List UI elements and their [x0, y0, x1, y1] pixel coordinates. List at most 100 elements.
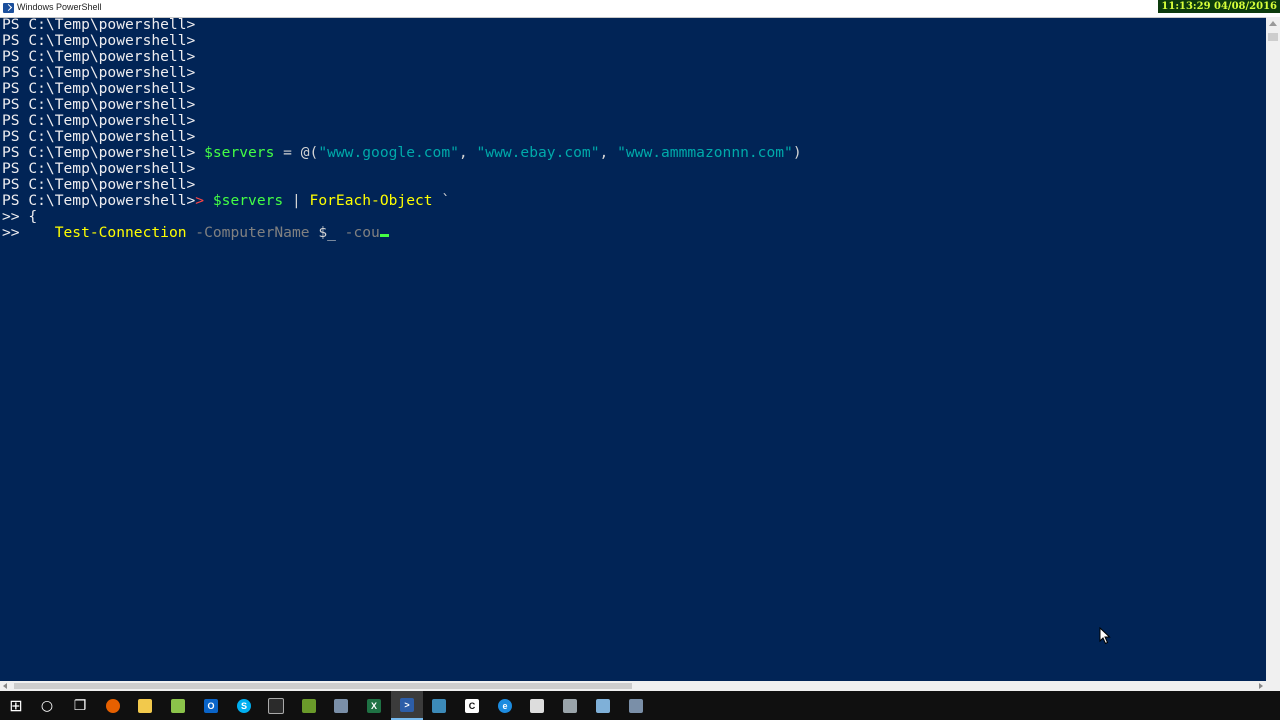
prompt: PS C:\Temp\powershell> — [2, 32, 196, 49]
scroll-right-icon[interactable] — [1259, 683, 1263, 689]
taskbar-button-mail[interactable] — [521, 691, 553, 720]
console-line: PS C:\Temp\powershell> — [2, 65, 195, 81]
taskbar-button-start[interactable]: ⊞ — [0, 691, 32, 720]
taskbar-button-file-explorer[interactable] — [129, 691, 161, 720]
cortana-icon: ○ — [40, 697, 54, 714]
taskbar-button-notes[interactable] — [587, 691, 619, 720]
mail-icon — [530, 698, 544, 713]
comma-token: , — [458, 144, 477, 161]
taskbar-button-network-admin[interactable] — [620, 691, 652, 720]
continuation-prompt: >> — [2, 208, 29, 225]
start-icon: ⊞ — [9, 696, 23, 715]
clock-overlay: 11:13:29 04/08/2016 — [1158, 0, 1280, 13]
virtualbox-icon — [334, 698, 348, 713]
console-line: PS C:\Temp\powershell> — [2, 177, 195, 193]
tools-icon — [563, 698, 577, 713]
prompt-path: PS C:\Temp\powershell> — [2, 192, 196, 209]
horizontal-scroll-thumb[interactable] — [14, 683, 632, 689]
powershell-icon: > — [400, 697, 414, 712]
prompt: PS C:\Temp\powershell> — [2, 128, 196, 145]
string-token: "www.ammmazonnn.com" — [617, 144, 793, 161]
console-area[interactable]: PS C:\Temp\powershell> PS C:\Temp\powers… — [0, 17, 1266, 681]
text-cursor — [379, 234, 389, 237]
array-open-token: @( — [300, 144, 319, 161]
taskbar-button-cortana[interactable]: ○ — [31, 691, 63, 720]
console-line-current-input[interactable]: >> Test-Connection -ComputerName $_ -cou — [2, 225, 389, 241]
prompt: PS C:\Temp\powershell> — [2, 144, 196, 161]
terminal-icon — [268, 697, 284, 714]
variable-token: $servers — [204, 144, 275, 161]
taskbar-button-virtualbox[interactable] — [325, 691, 357, 720]
network-admin-icon — [629, 698, 643, 713]
parameter-token: -ComputerName — [186, 224, 310, 241]
prompt: PS C:\Temp\powershell> — [2, 16, 196, 33]
taskbar-button-powershell-ise[interactable] — [423, 691, 455, 720]
taskbar-button-package[interactable] — [293, 691, 325, 720]
scroll-up-icon[interactable] — [1269, 21, 1277, 26]
cmdlet-token: Test-Connection — [54, 224, 187, 241]
taskbar-button-firefox[interactable] — [97, 691, 129, 720]
console-line: PS C:\Temp\powershell> — [2, 17, 195, 33]
parameter-token: -cou — [335, 224, 380, 241]
notes-icon — [596, 698, 610, 713]
prompt: PS C:\Temp\powershell> — [2, 96, 196, 113]
string-token: "www.ebay.com" — [476, 144, 600, 161]
prompt: PS C:\Temp\powershell> — [2, 112, 196, 129]
prompt: PS C:\Temp\powershell> — [2, 80, 196, 97]
taskbar-button-tools[interactable] — [554, 691, 586, 720]
console-line: PS C:\Temp\powershell> — [2, 97, 195, 113]
pipe-token: | — [283, 192, 310, 209]
console-line: PS C:\Temp\powershell> — [2, 129, 195, 145]
excel-icon: X — [367, 698, 381, 713]
taskbar-button-outlook[interactable]: O — [195, 691, 227, 720]
variable-token: $_ — [309, 224, 336, 241]
firefox-icon — [106, 698, 120, 713]
taskbar-button-skype[interactable]: S — [228, 691, 260, 720]
taskbar-button-terminal[interactable] — [260, 691, 292, 720]
scroll-left-icon[interactable] — [3, 683, 7, 689]
citrix-icon: C — [465, 698, 479, 713]
prompt: PS C:\Temp\powershell> — [2, 176, 196, 193]
console-line-continuation: >> { — [2, 209, 37, 225]
taskbar-button-citrix[interactable]: C — [456, 691, 488, 720]
horizontal-scrollbar[interactable] — [0, 681, 1266, 691]
taskbar: ⊞ ○ ❐ O S X > Ce — [0, 691, 1280, 720]
package-icon — [302, 698, 316, 713]
console-line-pipeline: PS C:\Temp\powershell>> $servers | ForEa… — [2, 193, 450, 209]
operator-token: = — [274, 144, 301, 161]
taskbar-button-edge[interactable]: e — [489, 691, 521, 720]
cmdlet-token: ForEach-Object — [309, 192, 433, 209]
skype-icon: S — [237, 698, 251, 713]
taskbar-button-task-view[interactable]: ❐ — [64, 691, 96, 720]
string-token: "www.google.com" — [318, 144, 459, 161]
continuation-prompt: >> — [2, 224, 55, 241]
mouse-pointer-icon — [1099, 627, 1111, 645]
brace-token: { — [28, 208, 38, 225]
prompt: PS C:\Temp\powershell> — [2, 64, 196, 81]
window-title: Windows PowerShell — [17, 2, 102, 12]
notepad-plus-icon — [171, 698, 185, 713]
comma-token: , — [599, 144, 618, 161]
console-line: PS C:\Temp\powershell> — [2, 49, 195, 65]
task-view-icon: ❐ — [73, 697, 87, 714]
prompt-error-indicator: > — [195, 192, 205, 209]
powershell-ise-icon — [432, 698, 446, 713]
taskbar-button-excel[interactable]: X — [358, 691, 390, 720]
prompt: PS C:\Temp\powershell> — [2, 48, 196, 65]
console-line: PS C:\Temp\powershell> — [2, 33, 195, 49]
vertical-scroll-thumb[interactable] — [1268, 33, 1278, 41]
console-line-servers-assign: PS C:\Temp\powershell> $servers = @("www… — [2, 145, 802, 161]
console-line: PS C:\Temp\powershell> — [2, 81, 195, 97]
prompt: PS C:\Temp\powershell> — [2, 160, 196, 177]
variable-token: $servers — [212, 192, 284, 209]
taskbar-button-powershell[interactable]: > — [391, 691, 423, 720]
console-line: PS C:\Temp\powershell> — [2, 161, 195, 177]
vertical-scrollbar[interactable] — [1266, 17, 1280, 681]
console-line: PS C:\Temp\powershell> — [2, 113, 195, 129]
file-explorer-icon — [138, 698, 152, 713]
edge-icon: e — [498, 698, 512, 713]
scrollbar-corner — [1266, 681, 1280, 691]
array-close-token: ) — [792, 144, 802, 161]
outlook-icon: O — [204, 698, 218, 713]
taskbar-button-notepad-plus[interactable] — [162, 691, 194, 720]
